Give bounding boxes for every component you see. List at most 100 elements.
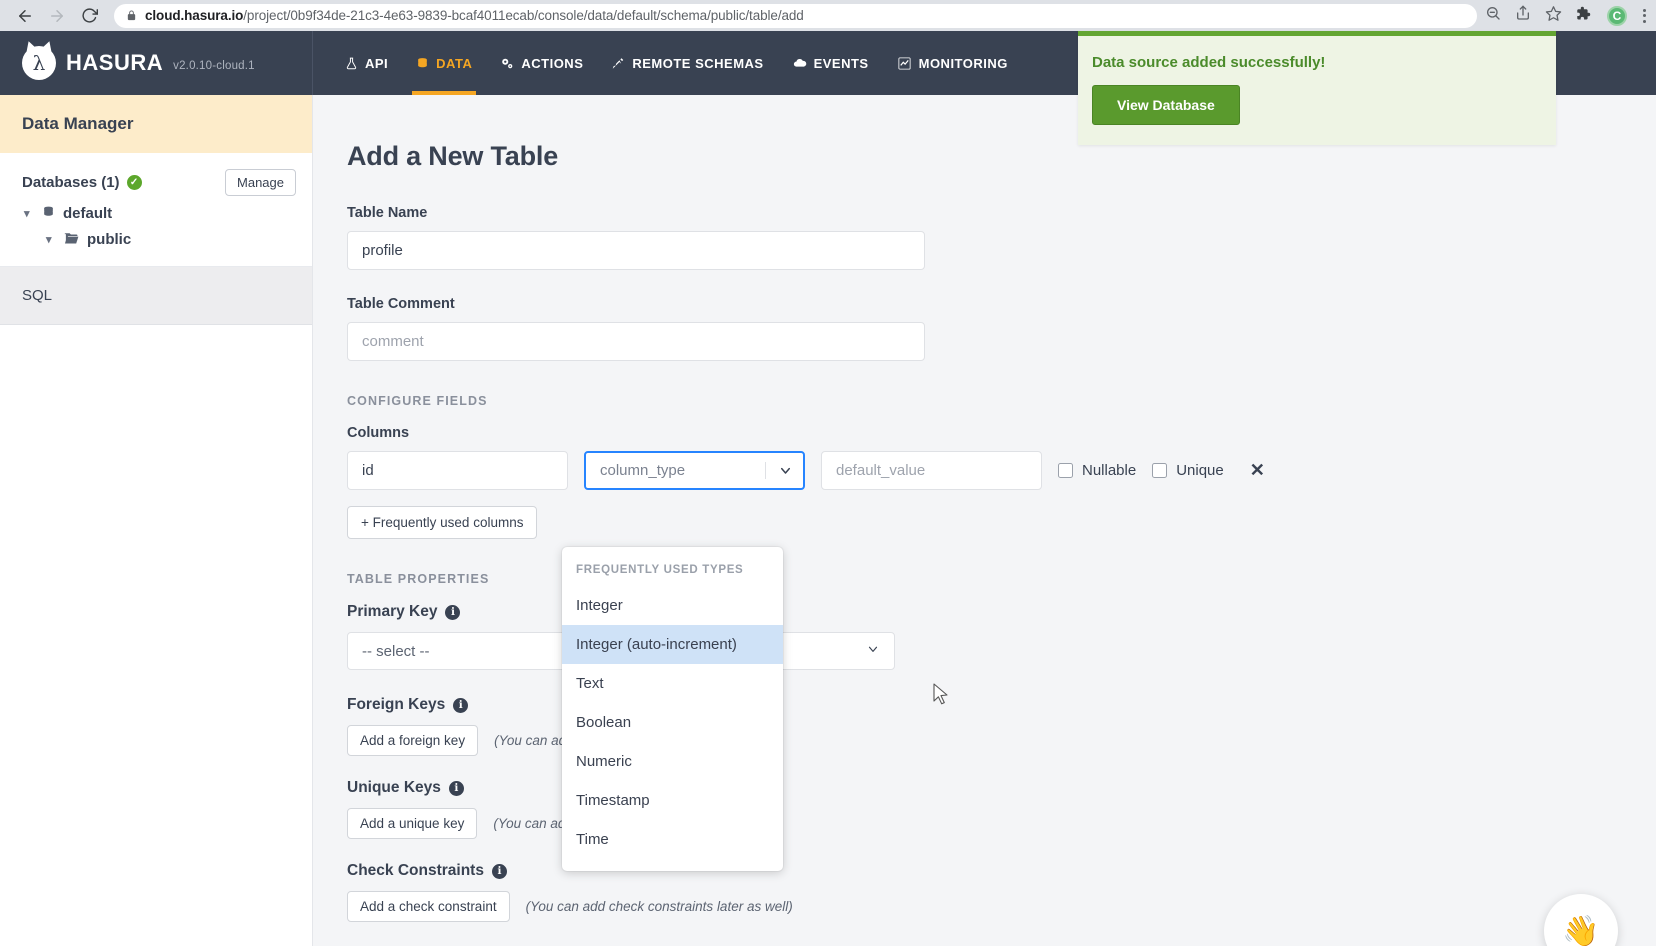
tab-monitoring-label: MONITORING [918,55,1008,71]
browser-reload-button[interactable] [74,3,104,29]
dropdown-option-timestamp[interactable]: Timestamp [562,781,783,820]
tab-data[interactable]: DATA [402,31,486,95]
share-icon[interactable] [1515,5,1531,26]
chart-line-icon [897,56,912,71]
dropdown-option-integer-auto-increment[interactable]: Integer (auto-increment) [562,625,783,664]
configure-fields-caption: CONFIGURE FIELDS [347,394,488,408]
plug-icon [611,56,625,71]
check-constraints-label: Check Constraints i [347,862,1656,880]
dropdown-option-time[interactable]: Time [562,820,783,859]
add-unique-key-button[interactable]: Add a unique key [347,808,478,839]
waving-hand-icon: 👋 [1562,914,1600,946]
dropdown-option-numeric[interactable]: Numeric [562,742,783,781]
chevron-down-icon: ▾ [46,234,52,246]
sidebar: Data Manager Databases (1) ✓ Manage ▾ de… [0,95,313,946]
tab-api-label: API [365,55,389,71]
profile-avatar[interactable]: C [1607,5,1627,26]
address-bar[interactable]: cloud.hasura.io/project/0b9f34de-21c3-4e… [114,3,1477,28]
database-icon [42,205,55,222]
databases-section: Databases (1) ✓ Manage ▾ default ▾ publi… [0,153,312,267]
default-value-input[interactable] [821,451,1042,490]
check-constraints-hint: (You can add check constraints later as … [525,899,793,914]
column-type-placeholder: column_type [600,462,686,479]
hasura-topnav: λ HASURA v2.0.10-cloud.1 API DATA ACTION… [0,31,1656,145]
topnav-items: API DATA ACTIONS REMOTE SCHEMAS EVENTS M… [313,31,1022,95]
hasura-mark-icon: λ [22,46,56,80]
brand-name: HASURA [66,50,164,75]
select-divider [765,462,766,479]
tab-remote-schemas[interactable]: REMOTE SCHEMAS [597,31,777,95]
browser-toolbar: cloud.hasura.io/project/0b9f34de-21c3-4e… [0,0,1656,31]
databases-label: Databases (1) [22,174,120,191]
checkbox-box [1058,463,1073,478]
success-toast: Data source added successfully! View Dat… [1078,31,1556,145]
gears-icon [500,56,514,71]
browser-back-button[interactable] [10,3,40,29]
sidebar-item-public[interactable]: ▾ public [22,222,296,248]
info-icon[interactable]: i [491,863,507,879]
primary-key-text: Primary Key [347,603,438,620]
info-icon[interactable]: i [445,604,461,620]
sidebar-item-default[interactable]: ▾ default [22,196,296,222]
chevron-down-icon [866,642,880,660]
tab-monitoring[interactable]: MONITORING [883,31,1022,95]
column-type-dropdown: FREQUENTLY USED TYPES Integer Integer (a… [562,547,783,871]
puzzle-icon[interactable] [1574,5,1591,27]
view-database-button[interactable]: View Database [1092,85,1240,125]
chevron-down-icon: ▾ [24,208,30,220]
primary-key-label: Primary Key i [347,603,1656,621]
star-icon[interactable] [1545,5,1562,27]
unique-keys-row: Add a unique key (You can add unique key… [347,808,1656,839]
manage-button[interactable]: Manage [225,169,296,196]
foreign-keys-text: Foreign Keys [347,696,446,713]
info-icon[interactable]: i [448,780,464,796]
cloud-icon [792,56,807,71]
frequently-used-columns-button[interactable]: + Frequently used columns [347,506,538,539]
info-icon[interactable]: i [453,697,469,713]
close-x-icon[interactable]: ✕ [1250,460,1265,481]
hasura-logo[interactable]: λ HASURA v2.0.10-cloud.1 [0,31,313,95]
primary-key-value: -- select -- [362,642,430,660]
tab-api[interactable]: API [331,31,402,95]
url-text: cloud.hasura.io/project/0b9f34de-21c3-4e… [145,8,804,23]
column-row: column_type Nullable Unique ✕ [347,451,1656,490]
tab-events-label: EVENTS [813,55,869,71]
database-icon [416,56,429,71]
zoom-search-icon[interactable] [1485,5,1501,26]
flask-icon [345,56,358,71]
table-name-input[interactable] [347,231,925,270]
toast-message: Data source added successfully! [1092,54,1326,71]
sidebar-item-sql[interactable]: SQL [0,267,312,325]
chevron-down-icon[interactable] [767,453,803,488]
three-dot-menu-icon[interactable] [1643,8,1646,23]
version-label: v2.0.10-cloud.1 [173,60,255,72]
tab-actions[interactable]: ACTIONS [486,31,597,95]
add-foreign-key-button[interactable]: Add a foreign key [347,725,479,756]
table-name-label: Table Name [347,205,428,221]
foreign-keys-row: Add a foreign key (You can add foreign k… [347,725,1656,756]
foreign-keys-label: Foreign Keys i [347,696,1656,714]
check-constraints-text: Check Constraints [347,862,484,879]
sidebar-item-default-label: default [63,205,113,222]
tab-events[interactable]: EVENTS [778,31,883,95]
lock-icon [127,10,136,21]
column-name-input[interactable] [347,451,568,490]
dropdown-option-text[interactable]: Text [562,664,783,703]
table-comment-input[interactable] [347,322,925,361]
table-properties-caption: TABLE PROPERTIES [347,572,490,586]
tab-actions-label: ACTIONS [521,55,584,71]
columns-label: Columns [347,425,410,441]
nullable-label: Nullable [1082,462,1137,479]
nullable-checkbox[interactable]: Nullable [1058,462,1136,479]
sidebar-header: Data Manager [0,95,312,153]
add-check-constraint-button[interactable]: Add a check constraint [347,891,510,922]
unique-label: Unique [1176,462,1224,479]
main-content: Add a New Table Table Name Table Comment… [313,95,1656,946]
dropdown-option-boolean[interactable]: Boolean [562,703,783,742]
tab-data-label: DATA [436,55,473,71]
browser-forward-button[interactable] [42,3,72,29]
unique-checkbox[interactable]: Unique [1152,462,1224,479]
dropdown-option-integer[interactable]: Integer [562,586,783,625]
databases-title: Databases (1) ✓ [22,174,142,191]
column-type-select[interactable]: column_type [584,451,805,490]
